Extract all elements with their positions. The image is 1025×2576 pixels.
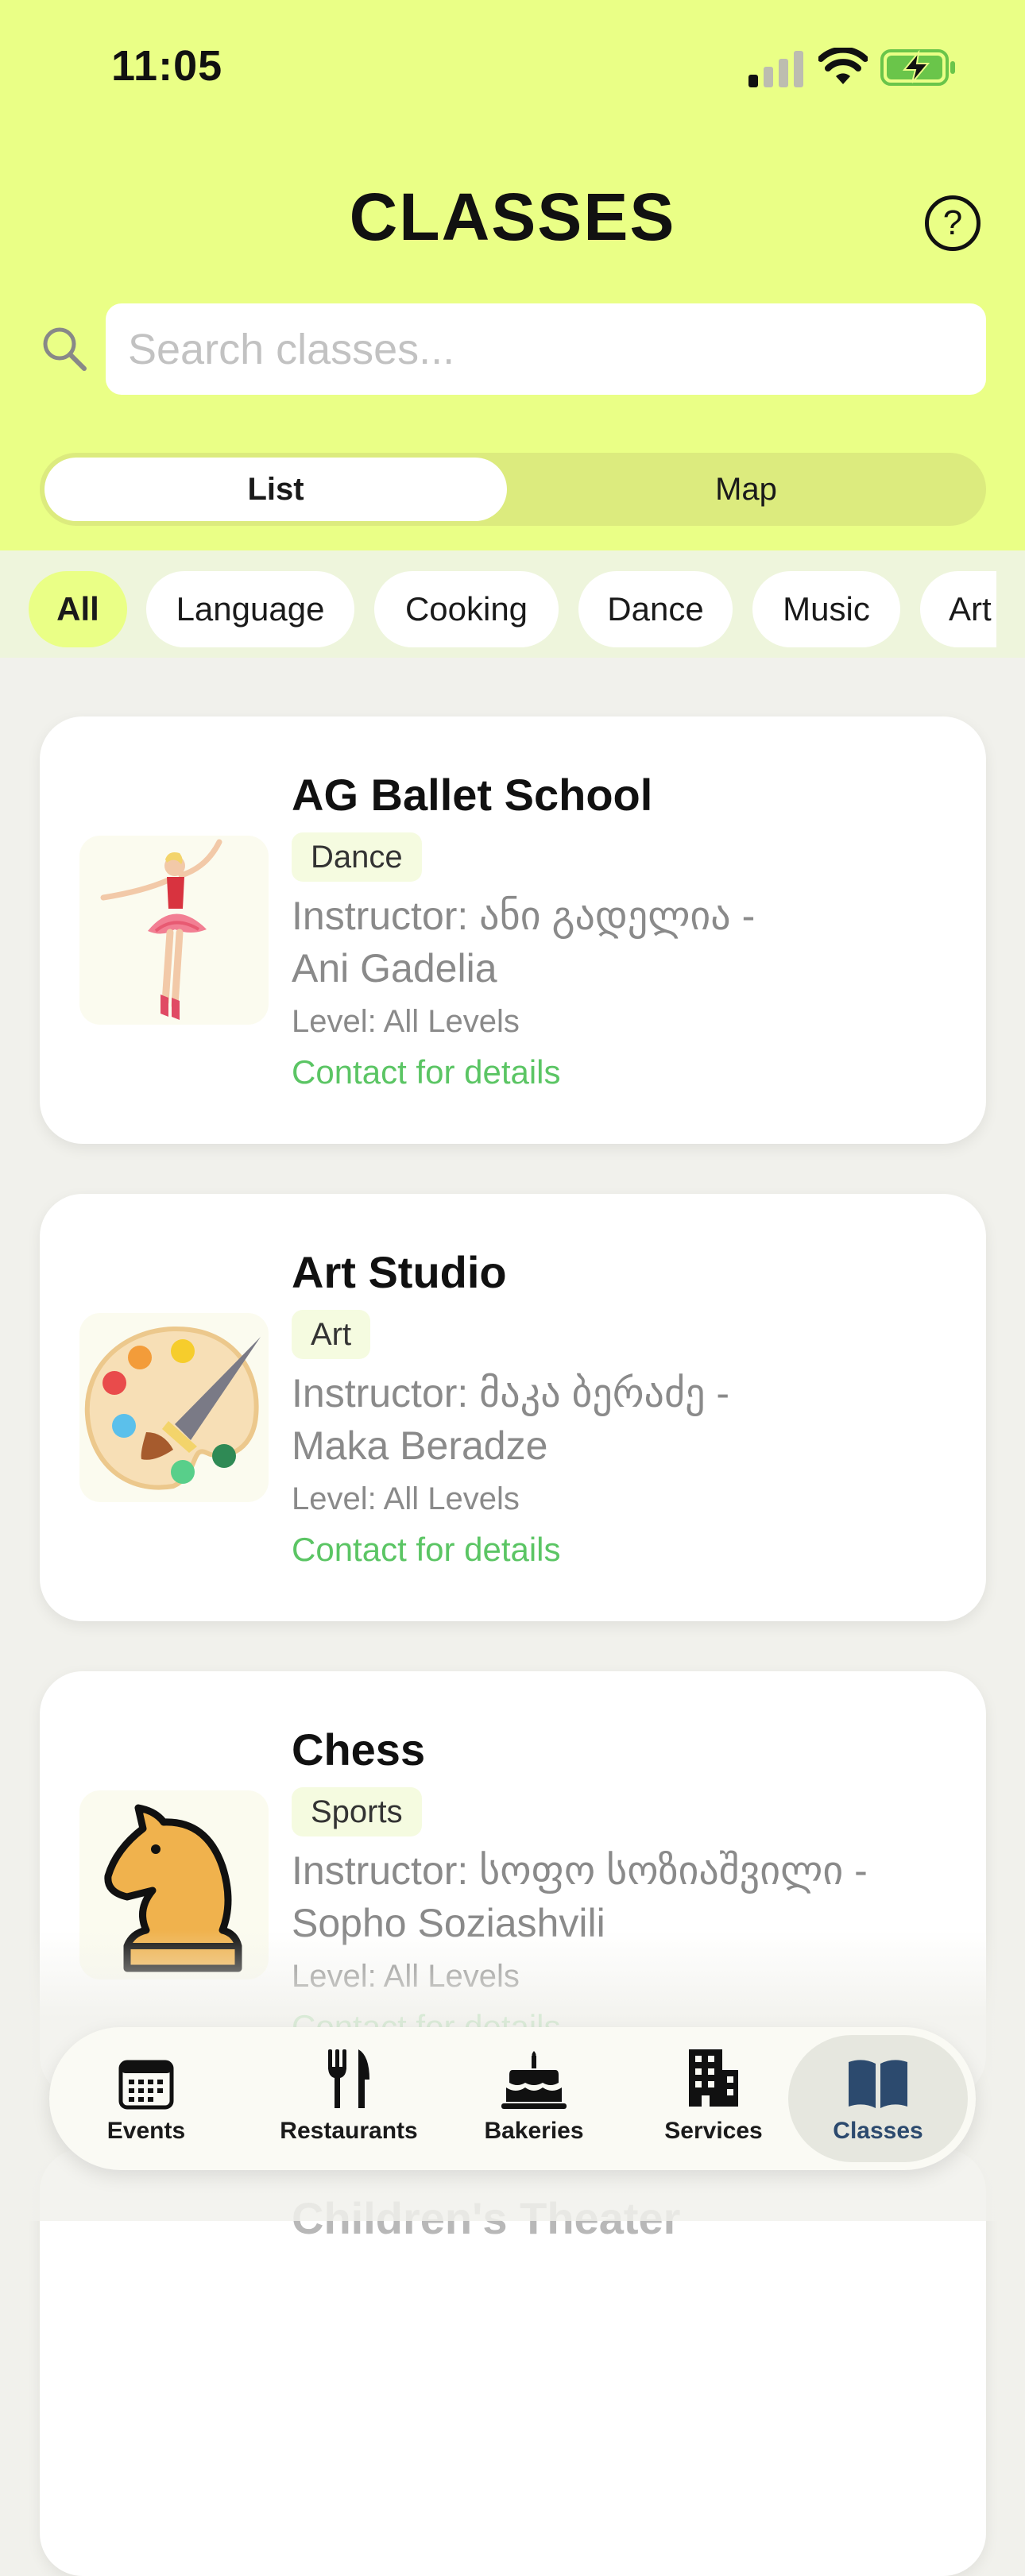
book-icon [849,2060,907,2108]
tab-label: Events [106,2118,186,2144]
instructor-line-1: Instructor: მაკა ბერაძე - [292,1371,730,1415]
search-icon [43,327,87,371]
contact-link[interactable]: Contact for details [292,1053,561,1091]
fork-knife-icon [328,2049,369,2108]
chess-knight-icon [104,1804,242,1972]
instructor-line-1: Instructor: სოფო სოზიაშვილი - [292,1848,868,1893]
filter-chip-music[interactable]: Music [752,571,900,647]
class-thumbnail [79,836,269,1025]
search-input[interactable] [106,303,986,395]
cake-icon [501,2051,567,2109]
filter-chip-all[interactable]: All [29,571,127,647]
class-level: Level: All Levels [292,1959,520,1994]
category-tag: Sports [292,1787,422,1836]
tab-classes[interactable]: Classes [788,2035,968,2162]
category-filter-bar: All Language Cooking Dance Music Art [0,550,1025,658]
building-icon [689,2049,738,2107]
class-level: Level: All Levels [292,1481,520,1516]
category-tag: Art [292,1310,371,1359]
tab-restaurants[interactable]: Restaurants [257,2035,440,2162]
status-bar: 11:05 [0,0,1025,135]
ballerina-icon [100,839,222,1020]
tab-bakeries[interactable]: Bakeries [454,2035,613,2162]
palette-icon [84,1326,261,1490]
tab-label: Classes [833,2118,923,2144]
class-title: AG Ballet School [292,770,653,820]
class-level: Level: All Levels [292,1004,520,1039]
status-time: 11:05 [111,42,223,90]
category-tag: Dance [292,832,422,882]
tab-label: Restaurants [280,2118,418,2144]
view-toggle: List Map [40,453,986,526]
filter-chip-dance[interactable]: Dance [578,571,733,647]
list-view-button[interactable]: List [44,458,507,521]
class-title: Art Studio [292,1247,507,1297]
instructor-line-1: Instructor: ანი გადელია - [292,894,756,938]
battery-charging-icon [880,49,955,86]
page-title: CLASSES [349,180,676,254]
question-mark-icon: ? [942,203,963,242]
class-card-art-studio[interactable]: Art Studio Art Instructor: მაკა ბერაძე -… [40,1194,986,1621]
wifi-icon [818,48,868,84]
cellular-signal-icon [748,51,803,87]
tab-label: Services [664,2118,763,2144]
map-view-button[interactable]: Map [512,458,981,521]
header: 11:05 CLASSES ? List Map [0,0,1025,550]
class-thumbnail [79,1790,269,1979]
bottom-tab-bar: Events Restaurants Bakeries Services Cla… [49,2027,976,2170]
filter-chip-language[interactable]: Language [146,571,354,647]
help-button[interactable]: ? [925,195,981,251]
class-card-ballet[interactable]: AG Ballet School Dance Instructor: ანი გ… [40,716,986,1144]
contact-link[interactable]: Contact for details [292,1531,561,1569]
tab-label: Bakeries [484,2118,584,2144]
tab-events[interactable]: Events [67,2035,226,2162]
filter-chip-cooking[interactable]: Cooking [374,571,559,647]
class-title: Children's Theater [292,2193,681,2243]
class-title: Chess [292,1724,426,1775]
instructor-line-2: Ani Gadelia [292,946,497,991]
tab-services[interactable]: Services [634,2035,793,2162]
instructor-line-2: Maka Beradze [292,1423,548,1468]
instructor-line-2: Sopho Soziashvili [292,1901,605,1945]
filter-chip-art[interactable]: Art [920,571,996,647]
calendar-icon [118,2060,174,2110]
class-thumbnail [79,1313,269,1502]
